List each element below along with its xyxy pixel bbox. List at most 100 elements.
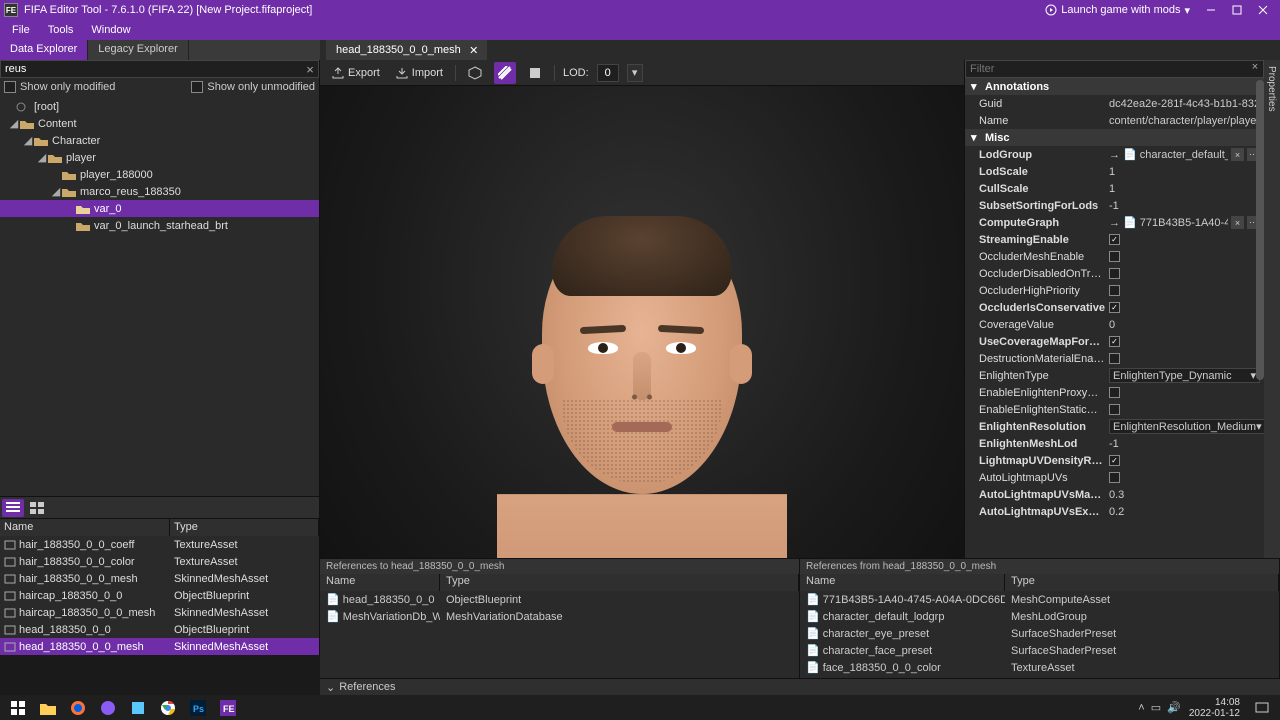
network-icon[interactable]: ▭ xyxy=(1151,701,1161,714)
notifications-icon[interactable] xyxy=(1248,697,1276,719)
launch-game-button[interactable]: Launch game with mods ▾ xyxy=(1045,4,1190,17)
app-icon-1[interactable] xyxy=(94,697,122,719)
asset-row[interactable]: haircap_188350_0_0 ObjectBlueprint xyxy=(0,587,319,604)
property-row[interactable]: OccluderDisabledOnTranspare... xyxy=(965,265,1264,282)
property-row[interactable]: EnableEnlightenProxyOverride xyxy=(965,384,1264,401)
tree-player[interactable]: ◢player xyxy=(0,149,319,166)
grid-view-button[interactable] xyxy=(26,499,48,517)
maximize-button[interactable] xyxy=(1224,1,1250,19)
property-row[interactable]: Guiddc42ea2e-281f-4c43-b1b1-832a2 xyxy=(965,95,1264,112)
sound-icon[interactable]: 🔊 xyxy=(1167,701,1181,714)
solid-button[interactable] xyxy=(524,62,546,84)
reference-row[interactable]: 📄 character_face_presetSurfaceShaderPres… xyxy=(800,642,1279,659)
scrollbar-thumb[interactable] xyxy=(1256,80,1264,380)
close-tab-button[interactable]: ✕ xyxy=(467,43,481,57)
asset-row[interactable]: hair_188350_0_0_mesh SkinnedMeshAsset xyxy=(0,570,319,587)
tree-var0-launch[interactable]: var_0_launch_starhead_brt xyxy=(0,217,319,234)
section-misc[interactable]: ▾Misc xyxy=(965,129,1264,146)
property-row[interactable]: CullScale1 xyxy=(965,180,1264,197)
asset-row[interactable]: hair_188350_0_0_coeff TextureAsset xyxy=(0,536,319,553)
photoshop-icon[interactable]: Ps xyxy=(184,697,212,719)
asset-row[interactable]: hair_188350_0_0_color TextureAsset xyxy=(0,553,319,570)
property-row[interactable]: LodGroup→ 📄 character_default_lodg×⋯ xyxy=(965,146,1264,163)
property-row[interactable]: EnableEnlightenStaticOverride xyxy=(965,401,1264,418)
col-type[interactable]: Type xyxy=(1005,574,1279,591)
tray-chevron-icon[interactable]: ˄ xyxy=(1138,702,1144,714)
tree-character[interactable]: ◢Character xyxy=(0,132,319,149)
view-cube-button[interactable] xyxy=(464,62,486,84)
firefox-icon[interactable] xyxy=(64,697,92,719)
col-type[interactable]: Type xyxy=(170,519,319,536)
col-name[interactable]: Name xyxy=(320,574,440,591)
col-type[interactable]: Type xyxy=(440,574,799,591)
app-icon-2[interactable] xyxy=(124,697,152,719)
clear-filter-button[interactable]: × xyxy=(1247,61,1263,77)
tree-player-folder[interactable]: player_188000 xyxy=(0,166,319,183)
chrome-icon[interactable] xyxy=(154,697,182,719)
tab-legacy-explorer[interactable]: Legacy Explorer xyxy=(88,40,189,60)
property-row[interactable]: SubsetSortingForLods-1 xyxy=(965,197,1264,214)
menu-window[interactable]: Window xyxy=(83,22,138,38)
filter-input[interactable] xyxy=(966,61,1247,77)
menu-file[interactable]: File xyxy=(4,22,38,38)
property-row[interactable]: DestructionMaterialEnable xyxy=(965,350,1264,367)
asset-tree[interactable]: [root] ◢Content ◢Character ◢player playe… xyxy=(0,96,319,496)
asset-row[interactable]: haircap_188350_0_0_mesh SkinnedMeshAsset xyxy=(0,604,319,621)
tree-root[interactable]: [root] xyxy=(0,98,319,115)
open-file-tab[interactable]: head_188350_0_0_mesh ✕ xyxy=(326,40,487,60)
import-button[interactable]: Import xyxy=(392,64,447,82)
reference-row[interactable]: 📄 head_188350_0_0ObjectBlueprint xyxy=(320,591,799,608)
col-name[interactable]: Name xyxy=(800,574,1005,591)
only-unmodified-checkbox[interactable]: Show only unmodified xyxy=(191,81,315,93)
search-input[interactable] xyxy=(1,63,302,75)
property-row[interactable]: StreamingEnable✓ xyxy=(965,231,1264,248)
start-button[interactable] xyxy=(4,697,32,719)
properties-side-tab[interactable]: Properties xyxy=(1264,60,1279,118)
editor-icon[interactable]: FE xyxy=(214,697,242,719)
properties-list[interactable]: ▾Annotations Guiddc42ea2e-281f-4c43-b1b1… xyxy=(965,78,1264,637)
property-row[interactable]: EnlightenResolutionEnlightenResolution_M… xyxy=(965,418,1264,435)
property-row[interactable]: EnlightenTypeEnlightenType_Dynamic▾ xyxy=(965,367,1264,384)
asset-table-body[interactable]: hair_188350_0_0_coeff TextureAsset hair_… xyxy=(0,536,319,655)
property-row[interactable]: CoverageValue0 xyxy=(965,316,1264,333)
lod-dropdown[interactable]: ▾ xyxy=(627,64,643,82)
only-modified-checkbox[interactable]: Show only modified xyxy=(4,81,115,93)
property-row[interactable]: ComputeGraph→ 📄 771B43B5-1A40-4745×⋯ xyxy=(965,214,1264,231)
tab-data-explorer[interactable]: Data Explorer xyxy=(0,40,88,60)
property-row[interactable]: EnlightenMeshLod-1 xyxy=(965,435,1264,452)
reference-row[interactable]: 📄 771B43B5-1A40-4745-A04A-0DC66DB06495Me… xyxy=(800,591,1279,608)
reference-row[interactable]: 📄 character_eye_presetSurfaceShaderPrese… xyxy=(800,625,1279,642)
lod-input[interactable] xyxy=(597,64,619,82)
tree-content[interactable]: ◢Content xyxy=(0,115,319,132)
taskbar-clock[interactable]: 14:082022-01-12 xyxy=(1183,697,1246,719)
shading-button[interactable] xyxy=(494,62,516,84)
tree-marco[interactable]: ◢marco_reus_188350 xyxy=(0,183,319,200)
menu-tools[interactable]: Tools xyxy=(40,22,82,38)
property-row[interactable]: AutoLightmapUVsMaxDista...0.3 xyxy=(965,486,1264,503)
close-button[interactable] xyxy=(1250,1,1276,19)
property-row[interactable]: Namecontent/character/player/player_1 xyxy=(965,112,1264,129)
reference-row[interactable]: 📄 MeshVariationDb_Win32MeshVariationData… xyxy=(320,608,799,625)
references-footer[interactable]: ⌄ References xyxy=(320,678,1280,695)
clear-search-button[interactable]: × xyxy=(302,63,318,76)
reference-row[interactable]: 📄 character_default_lodgrpMeshLodGroup xyxy=(800,608,1279,625)
property-row[interactable]: OccluderMeshEnable xyxy=(965,248,1264,265)
property-row[interactable]: LodScale1 xyxy=(965,163,1264,180)
export-button[interactable]: Export xyxy=(328,64,384,82)
property-row[interactable]: UseCoverageMapForLightM...✓ xyxy=(965,333,1264,350)
asset-row[interactable]: head_188350_0_0 ObjectBlueprint xyxy=(0,621,319,638)
list-view-button[interactable] xyxy=(2,499,24,517)
asset-row[interactable]: head_188350_0_0_mesh SkinnedMeshAsset xyxy=(0,638,319,655)
minimize-button[interactable] xyxy=(1198,1,1224,19)
section-annotations[interactable]: ▾Annotations xyxy=(965,78,1264,95)
reference-row[interactable]: 📄 face_188350_0_0_colorTextureAsset xyxy=(800,659,1279,676)
file-explorer-icon[interactable] xyxy=(34,697,62,719)
col-name[interactable]: Name xyxy=(0,519,170,536)
system-tray[interactable]: ˄ ▭ 🔊 xyxy=(1138,701,1181,714)
property-row[interactable]: OccluderHighPriority xyxy=(965,282,1264,299)
property-row[interactable]: OccluderIsConservative✓ xyxy=(965,299,1264,316)
property-row[interactable]: AutoLightmapUVsExpansio...0.2 xyxy=(965,503,1264,520)
property-row[interactable]: LightmapUVDensityRescale✓ xyxy=(965,452,1264,469)
property-row[interactable]: AutoLightmapUVs xyxy=(965,469,1264,486)
tree-var0[interactable]: var_0 xyxy=(0,200,319,217)
